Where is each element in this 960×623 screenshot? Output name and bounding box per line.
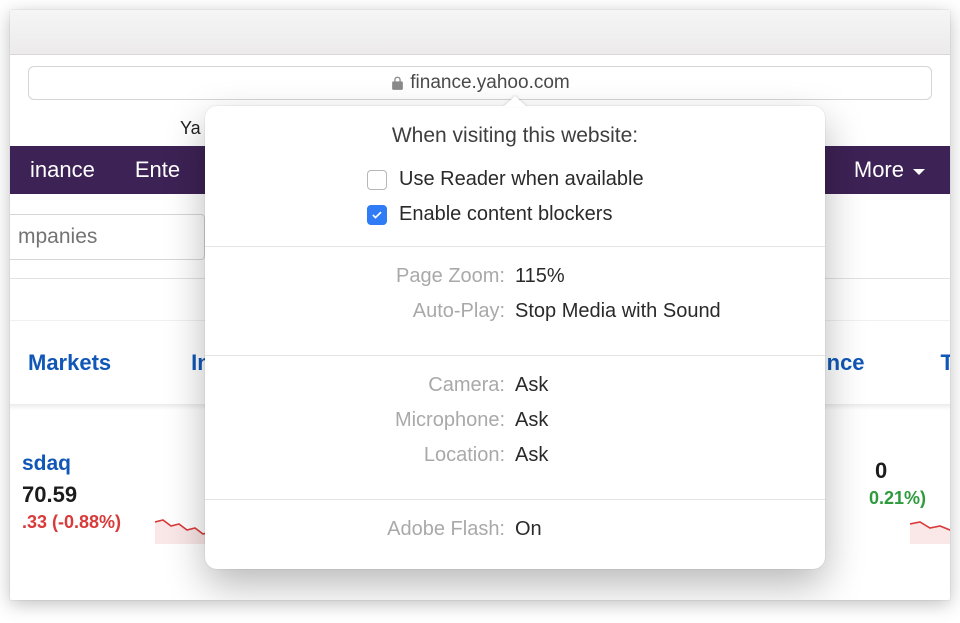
nav-item-entertainment-partial[interactable]: Ente xyxy=(115,157,200,183)
index-change-down: .33 (-0.88%) xyxy=(22,512,121,533)
index-name-partial: sdaq xyxy=(22,452,121,476)
sparkline-right xyxy=(910,510,950,544)
website-settings-popover: When visiting this website: Use Reader w… xyxy=(205,106,825,569)
popover-block-permissions: Camera: Ask Microphone: Ask Location: As… xyxy=(205,356,825,485)
tab-markets[interactable]: Markets xyxy=(28,350,111,376)
content-blockers-row[interactable]: Enable content blockers xyxy=(205,197,825,232)
page-zoom-value: 115% xyxy=(515,265,565,288)
page-zoom-label: Page Zoom: xyxy=(205,265,515,288)
row-location[interactable]: Location: Ask xyxy=(205,438,825,473)
location-label: Location: xyxy=(205,444,515,467)
reader-label: Use Reader when available xyxy=(399,168,644,191)
search-placeholder-partial: mpanies xyxy=(18,225,97,249)
tab-partial-t[interactable]: T xyxy=(941,350,950,376)
row-page-zoom[interactable]: Page Zoom: 115% xyxy=(205,259,825,294)
camera-label: Camera: xyxy=(205,374,515,397)
popover-caret xyxy=(503,96,527,107)
row-camera[interactable]: Camera: Ask xyxy=(205,368,825,403)
index-right-partial[interactable]: 0 0.21%) xyxy=(869,452,926,509)
safari-toolbar-bg xyxy=(10,10,950,55)
popover-title: When visiting this website: xyxy=(205,106,825,162)
autoplay-label: Auto-Play: xyxy=(205,300,515,323)
camera-value: Ask xyxy=(515,374,548,397)
address-bar-url: finance.yahoo.com xyxy=(410,72,570,94)
nav-item-more-label: More xyxy=(854,157,904,183)
flash-label: Adobe Flash: xyxy=(205,518,515,541)
index-nasdaq-partial[interactable]: sdaq 70.59 .33 (-0.88%) xyxy=(22,452,121,533)
nav-item-more[interactable]: More xyxy=(854,157,950,183)
nav-item-finance-partial[interactable]: inance xyxy=(10,157,115,183)
search-input-partial[interactable]: mpanies xyxy=(10,214,205,260)
popover-block-zoom-autoplay: Page Zoom: 115% Auto-Play: Stop Media wi… xyxy=(205,247,825,341)
yahoo-menu-partial: Ya xyxy=(180,118,201,139)
row-adobe-flash[interactable]: Adobe Flash: On xyxy=(205,512,825,547)
row-auto-play[interactable]: Auto-Play: Stop Media with Sound xyxy=(205,294,825,329)
content-blockers-checkbox[interactable] xyxy=(367,205,387,225)
lock-icon xyxy=(390,76,404,90)
reader-toggle-row[interactable]: Use Reader when available xyxy=(205,162,825,197)
content-blockers-label: Enable content blockers xyxy=(399,203,612,226)
mic-label: Microphone: xyxy=(205,409,515,432)
location-value: Ask xyxy=(515,444,548,467)
mic-value: Ask xyxy=(515,409,548,432)
flash-value: On xyxy=(515,518,542,541)
index-price-partial: 70.59 xyxy=(22,482,121,508)
app-window: finance.yahoo.com Ya inance Ente More mp… xyxy=(10,10,950,600)
reader-checkbox[interactable] xyxy=(367,170,387,190)
index-change-up: 0.21%) xyxy=(869,488,926,509)
tab-partial-nce[interactable]: nce xyxy=(827,350,865,376)
index-right-price-partial: 0 xyxy=(875,458,926,484)
row-microphone[interactable]: Microphone: Ask xyxy=(205,403,825,438)
chevron-down-icon xyxy=(912,157,926,183)
address-bar[interactable]: finance.yahoo.com xyxy=(28,66,932,100)
popover-block-flash: Adobe Flash: On xyxy=(205,500,825,559)
autoplay-value: Stop Media with Sound xyxy=(515,300,721,323)
